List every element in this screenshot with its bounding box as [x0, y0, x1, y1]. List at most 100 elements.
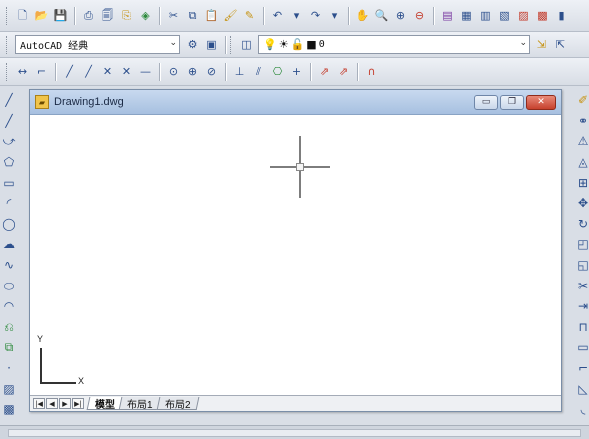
break-button[interactable]: ▭ — [575, 337, 589, 358]
open-button[interactable]: 📂 — [33, 7, 50, 25]
dimension-edit-button[interactable]: ⇗ — [316, 63, 333, 81]
arc-length-button[interactable]: ╱ — [61, 63, 78, 81]
array-button[interactable]: ⊞ — [575, 172, 589, 193]
trim-button[interactable]: ✂ — [575, 275, 589, 296]
match-properties-button[interactable]: 🖌 — [222, 7, 239, 25]
polyline-button[interactable]: ⤻ — [1, 131, 17, 152]
markup-button[interactable]: ▨ — [515, 7, 532, 25]
layer-unlock-icon[interactable]: 🔓 — [291, 38, 305, 51]
gradient-button[interactable]: ▩ — [1, 399, 17, 420]
toolbar-grip[interactable] — [6, 6, 9, 25]
dimension-update-button[interactable]: ∩ — [363, 63, 380, 81]
print-button[interactable]: ⎙ — [80, 7, 97, 25]
ellipse-button[interactable]: ⬭ — [1, 275, 17, 296]
linear-dimension-button[interactable]: ↔ — [14, 63, 31, 81]
toolbar-grip[interactable] — [230, 35, 233, 54]
construction-line-button[interactable]: ╱ — [1, 111, 17, 132]
copy-object-button[interactable]: ⚭ — [575, 111, 589, 132]
tolerance-button[interactable]: ⎔ — [269, 63, 286, 81]
restore-button[interactable]: ❐ — [500, 94, 524, 110]
last-tab-button[interactable]: ▶| — [72, 398, 84, 409]
fillet-button[interactable]: ◟ — [575, 399, 589, 420]
first-tab-button[interactable]: |◀ — [33, 398, 45, 409]
dimension-text-edit-button[interactable]: ⇗ — [335, 63, 352, 81]
redo-button[interactable]: ↷ — [307, 7, 324, 25]
pan-button[interactable]: ✋ — [354, 7, 371, 25]
make-block-button[interactable]: ⧉ — [1, 337, 17, 358]
print-preview-button[interactable]: 🗐 — [99, 7, 116, 25]
rotate-button[interactable]: ↻ — [575, 214, 589, 235]
baseline-button[interactable]: ⊘ — [203, 63, 220, 81]
move-button[interactable]: ✥ — [575, 193, 589, 214]
copy-button[interactable]: ⧉ — [184, 7, 201, 25]
angular-button[interactable]: ⊙ — [165, 63, 182, 81]
properties-button[interactable]: ▤ — [439, 7, 456, 25]
tab-layout1[interactable]: 布局1 — [118, 397, 161, 411]
close-button[interactable]: ✕ — [526, 94, 556, 110]
join-button[interactable]: ⌐ — [575, 358, 589, 379]
radius-button[interactable]: ✕ — [99, 63, 116, 81]
hatch-button[interactable]: ▨ — [1, 378, 17, 399]
line-button[interactable]: ╱ — [1, 90, 17, 111]
paste-button[interactable]: 📋 — [203, 7, 220, 25]
mirror-button[interactable]: ⚠ — [575, 131, 589, 152]
minimize-button[interactable]: ▭ — [474, 94, 498, 110]
drawing-window-titlebar[interactable]: ▰ Drawing1.dwg ▭ ❐ ✕ — [30, 90, 561, 115]
layer-color-icon[interactable]: ■ — [306, 38, 316, 51]
layer-on-icon[interactable]: 💡 — [263, 38, 277, 51]
quickcalc-button[interactable]: ▩ — [534, 7, 551, 25]
insert-block-button[interactable]: ⎌ — [1, 317, 17, 338]
next-tab-button[interactable]: ▶ — [59, 398, 71, 409]
help-button[interactable]: ▮ — [553, 7, 570, 25]
erase-button[interactable]: ✐ — [575, 90, 589, 111]
tool-palettes-button[interactable]: ▥ — [477, 7, 494, 25]
tab-layout2[interactable]: 布局2 — [156, 397, 199, 411]
circle-button[interactable]: ◯ — [1, 214, 17, 235]
layer-dropdown[interactable]: 💡 ☀ 🔓 ■ 0 ⌄ — [258, 35, 530, 54]
scale-button[interactable]: ◰ — [575, 234, 589, 255]
spline-button[interactable]: ∿ — [1, 255, 17, 276]
workspace-dropdown[interactable]: AutoCAD 经典 ⌄ — [15, 35, 180, 54]
publish-button[interactable]: ⎘ — [118, 7, 135, 25]
save-workspace-button[interactable]: ▣ — [203, 36, 220, 54]
previous-tab-button[interactable]: ◀ — [46, 398, 58, 409]
dimension-space-button[interactable]: ⫽ — [250, 63, 267, 81]
ellipse-arc-button[interactable]: ◠ — [1, 296, 17, 317]
center-mark-button[interactable]: + — [288, 63, 305, 81]
zoom-realtime-button[interactable]: 🔍 — [373, 7, 390, 25]
workspace-settings-button[interactable]: ⚙ — [184, 36, 201, 54]
sheet-set-button[interactable]: ▧ — [496, 7, 513, 25]
polygon-button[interactable]: ⬠ — [1, 152, 17, 173]
rectangle-button[interactable]: ▭ — [1, 172, 17, 193]
command-line[interactable] — [8, 429, 581, 437]
point-button[interactable]: · — [1, 358, 17, 379]
ordinate-button[interactable]: ╱ — [80, 63, 97, 81]
cut-button[interactable]: ✂ — [165, 7, 182, 25]
stretch-button[interactable]: ◱ — [575, 255, 589, 276]
zoom-window-button[interactable]: ⊕ — [392, 7, 409, 25]
quick-dimension-button[interactable]: ⊕ — [184, 63, 201, 81]
continue-button[interactable]: ⊥ — [231, 63, 248, 81]
zoom-previous-button[interactable]: ⊖ — [411, 7, 428, 25]
offset-button[interactable]: ◬ — [575, 152, 589, 173]
extend-button[interactable]: ⇥ — [575, 296, 589, 317]
undo-dropdown-button[interactable]: ▾ — [288, 7, 305, 25]
arc-button[interactable]: ◜ — [1, 193, 17, 214]
layer-manager-button[interactable]: ◫ — [238, 36, 255, 54]
chamfer-button[interactable]: ◺ — [575, 378, 589, 399]
design-center-button[interactable]: ▦ — [458, 7, 475, 25]
drawing-canvas[interactable]: Y X — [30, 116, 561, 395]
break-at-point-button[interactable]: ⊓ — [575, 317, 589, 338]
toolbar-grip[interactable] — [6, 62, 9, 81]
jogged-button[interactable]: ✕ — [118, 63, 135, 81]
save-button[interactable]: 💾 — [52, 7, 69, 25]
aligned-dimension-button[interactable]: ⌐ — [33, 63, 50, 81]
revision-cloud-button[interactable]: ☁ — [1, 234, 17, 255]
3d-dwf-button[interactable]: ◈ — [137, 7, 154, 25]
diameter-button[interactable]: — — [137, 63, 154, 81]
block-editor-button[interactable]: ✎ — [241, 7, 258, 25]
layer-thaw-icon[interactable]: ☀ — [279, 38, 289, 51]
redo-dropdown-button[interactable]: ▾ — [326, 7, 343, 25]
make-current-layer-button[interactable]: ⇲ — [533, 36, 550, 54]
undo-button[interactable]: ↶ — [269, 7, 286, 25]
